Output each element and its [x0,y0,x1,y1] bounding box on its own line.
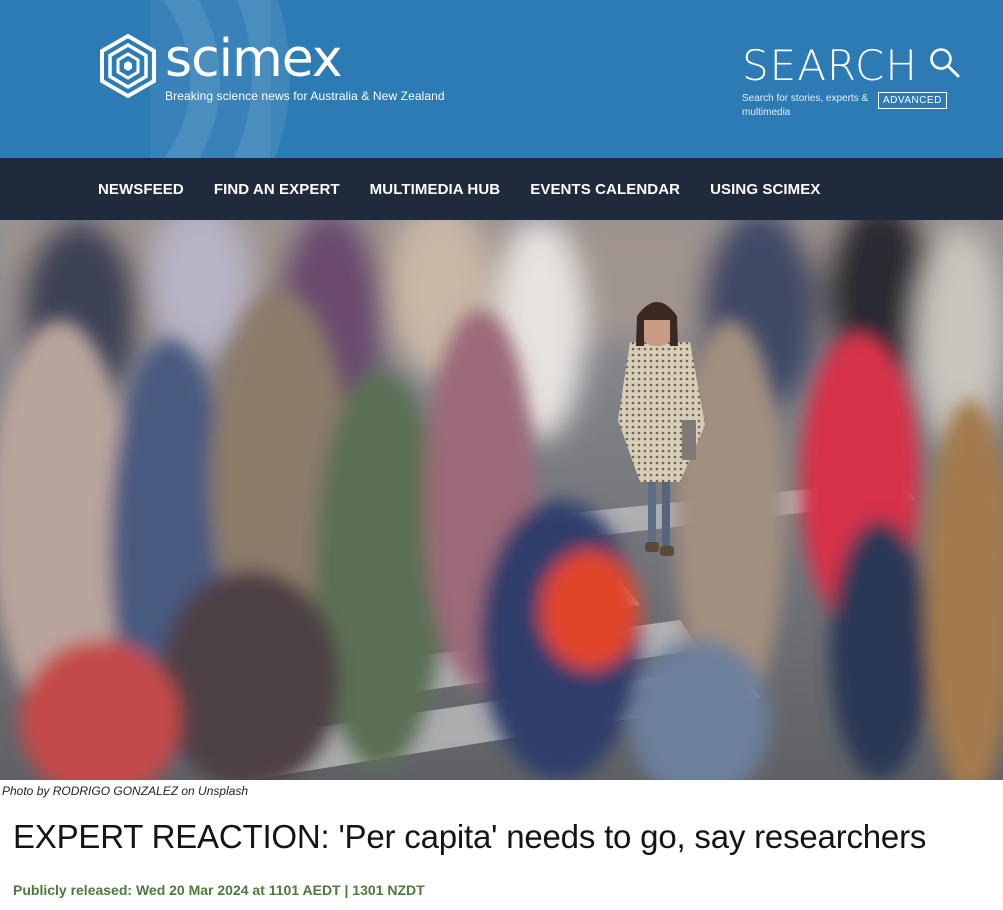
crowd-photo [0,220,1003,780]
nav-item-newsfeed[interactable]: NEWSFEED [98,181,184,198]
nav-item-multimedia-hub[interactable]: MULTIMEDIA HUB [370,181,501,198]
nav-item-using-scimex[interactable]: USING SCIMEX [710,181,820,198]
site-tagline: Breaking science news for Australia & Ne… [165,89,445,103]
article-title: EXPERT REACTION: 'Per capita' needs to g… [13,818,927,855]
site-header: scimex Breaking science news for Austral… [0,0,1003,158]
release-date: Publicly released: Wed 20 Mar 2024 at 11… [13,882,425,898]
hero-image [0,220,1003,780]
advanced-search-button[interactable]: ADVANCED [878,92,947,109]
search-hint: Search for stories, experts & multimedia [742,93,869,118]
nav-item-find-an-expert[interactable]: FIND AN EXPERT [214,181,340,198]
hexagon-logo-icon [100,33,156,99]
nav-item-events-calendar[interactable]: EVENTS CALENDAR [530,181,680,198]
search-heading[interactable]: SEARCH [742,42,918,90]
search-icon[interactable] [928,46,962,80]
logo-wordmark: scimex [165,29,343,89]
search-widget: SEARCH Search for stories, experts & mul… [742,42,982,120]
main-nav: NEWSFEED FIND AN EXPERT MULTIMEDIA HUB E… [0,158,1003,220]
site-logo[interactable]: scimex Breaking science news for Austral… [97,33,445,105]
photo-caption: Photo by RODRIGO GONZALEZ on Unsplash [2,784,249,798]
